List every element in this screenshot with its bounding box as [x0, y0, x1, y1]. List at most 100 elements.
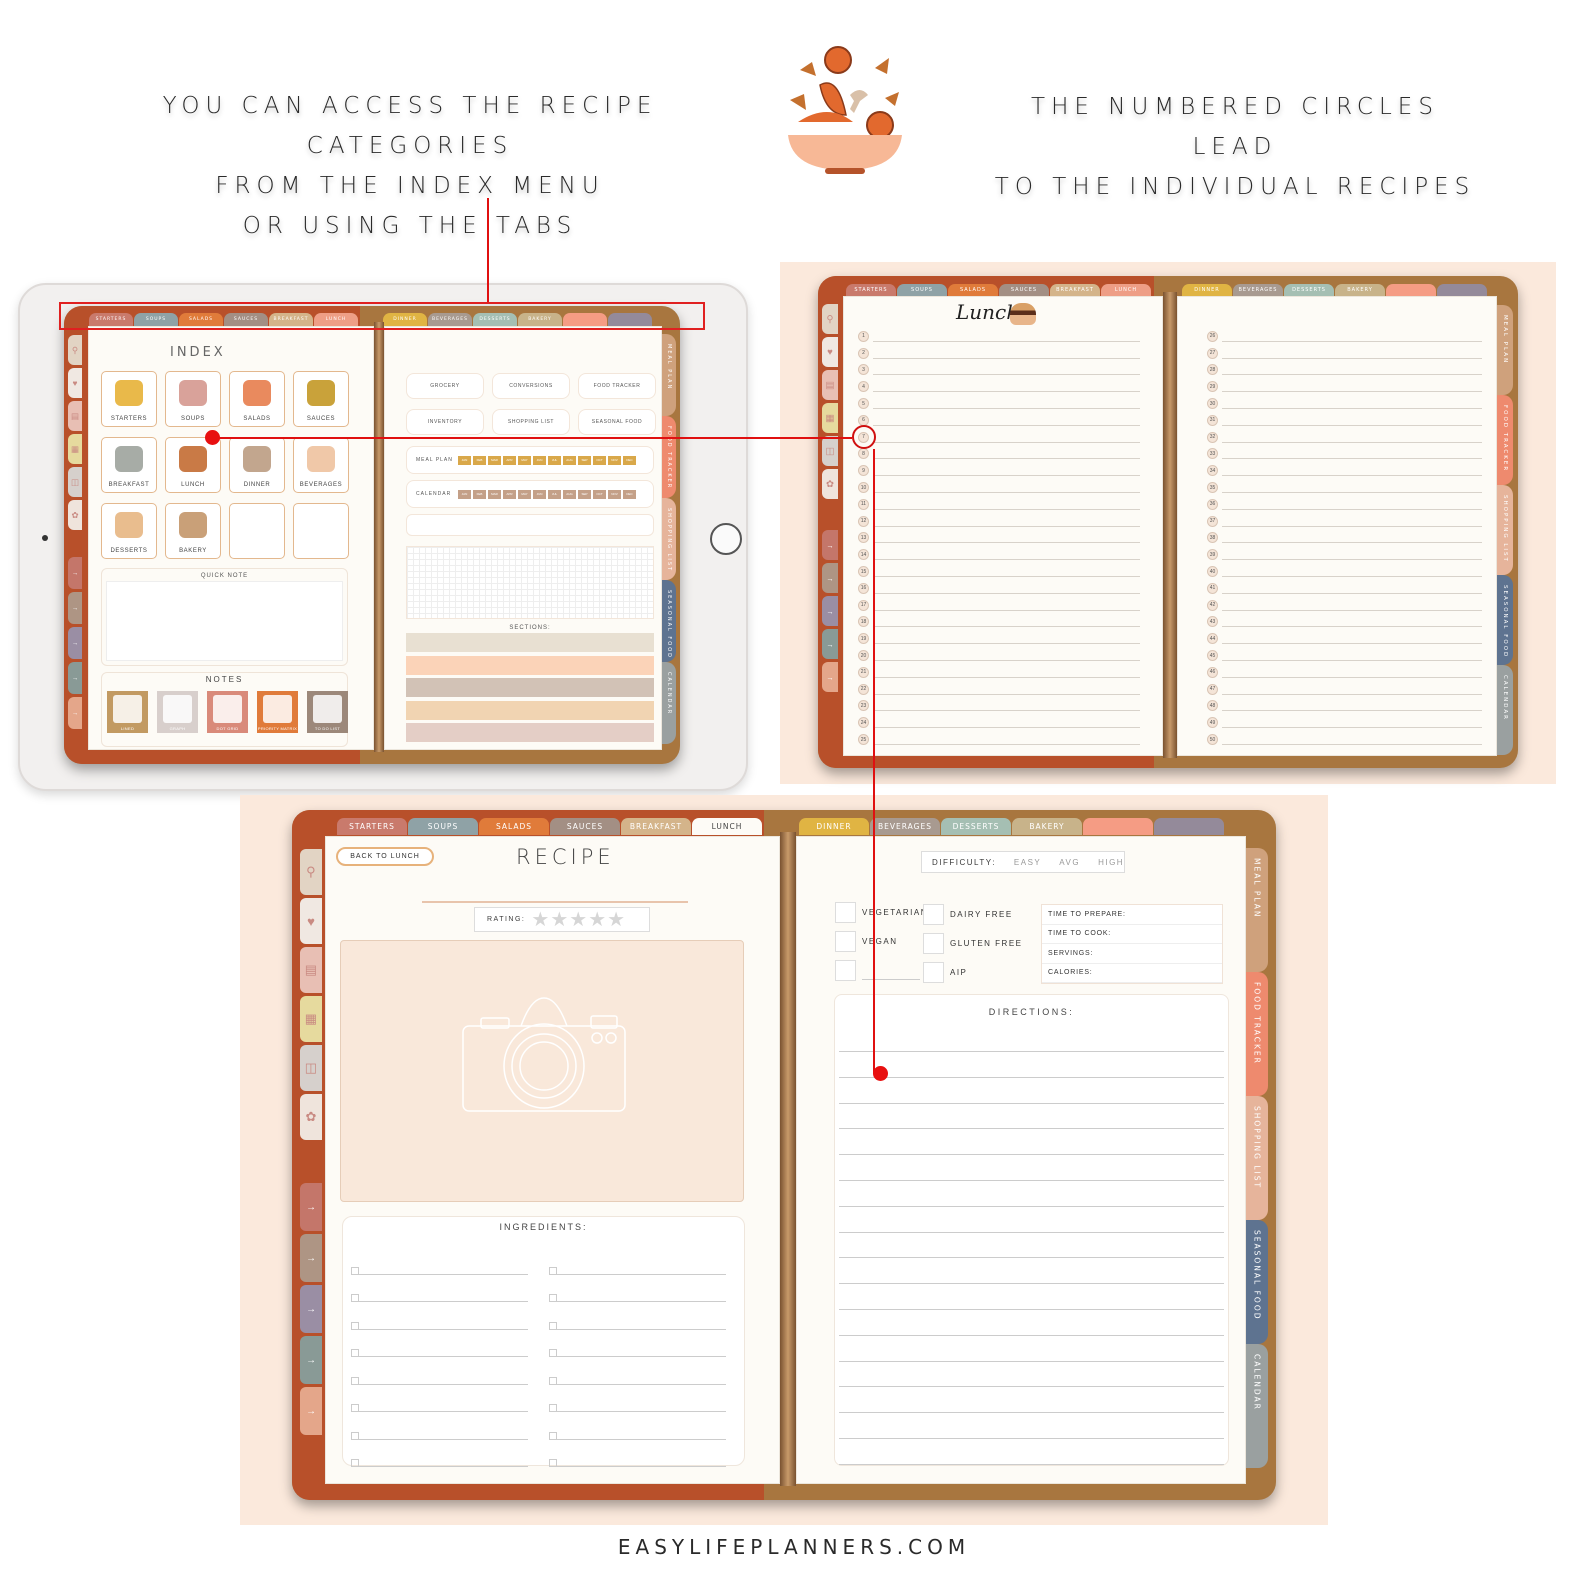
recipe-name-line[interactable]	[1222, 340, 1482, 342]
month-jun[interactable]: JUN	[533, 455, 546, 465]
recipe-name-line[interactable]	[1222, 710, 1482, 712]
month-sep[interactable]: SEP	[578, 489, 591, 499]
recipe-name-line[interactable]	[1222, 727, 1482, 729]
recipe-number-circle[interactable]: 44	[1207, 633, 1218, 645]
ingredient-line[interactable]	[359, 1466, 528, 1467]
left-tab-shortcut[interactable]: →	[822, 662, 838, 692]
tab-beverages[interactable]: BEVERAGES	[1233, 284, 1283, 296]
recipe-number-circle[interactable]: 21	[858, 666, 869, 678]
month-jan[interactable]: JAN	[458, 455, 471, 465]
checkbox[interactable]	[923, 904, 944, 925]
recipe-list-row[interactable]: 45	[1207, 647, 1482, 664]
tab-extra-10[interactable]	[1083, 818, 1153, 835]
recipe-number-circle[interactable]: 9	[858, 465, 869, 477]
side-tab-calendar[interactable]: CALENDAR	[1246, 1344, 1268, 1468]
left-tab-cup[interactable]: ◫	[300, 1045, 322, 1091]
recipe-list-row[interactable]: 7	[858, 429, 1140, 446]
month-nov[interactable]: NOV	[608, 489, 621, 499]
recipe-list-row[interactable]: 50	[1207, 731, 1482, 748]
tab-desserts[interactable]: DESSERTS	[941, 818, 1011, 835]
recipe-number-circle[interactable]: 40	[1207, 566, 1218, 578]
info-calories[interactable]: CALORIES:	[1042, 964, 1222, 983]
recipe-list-row[interactable]: 24	[858, 714, 1140, 731]
left-tab-shortcut[interactable]: →	[300, 1387, 322, 1435]
section-bar[interactable]	[406, 655, 654, 675]
recipe-name-line[interactable]	[873, 592, 1140, 594]
recipe-list-row[interactable]: 35	[1207, 479, 1482, 496]
section-bar[interactable]	[406, 700, 654, 720]
custom-diet-line[interactable]	[862, 979, 920, 980]
recipe-name-line[interactable]	[873, 744, 1140, 746]
ingredient-checkbox[interactable]	[351, 1431, 359, 1440]
recipe-number-circle[interactable]: 48	[1207, 700, 1218, 712]
recipe-number-circle[interactable]: 42	[1207, 599, 1218, 611]
tab-extra-11[interactable]	[1154, 818, 1224, 835]
ingredient-row[interactable]	[549, 1330, 726, 1357]
ingredient-checkbox[interactable]	[351, 1459, 359, 1467]
checkbox[interactable]	[835, 902, 856, 923]
ingredient-checkbox[interactable]	[351, 1294, 359, 1302]
left-tab-cup[interactable]: ◫	[68, 467, 82, 497]
ingredient-line[interactable]	[557, 1301, 726, 1302]
recipe-list-row[interactable]: 48	[1207, 698, 1482, 715]
recipe-list-row[interactable]: 12	[858, 513, 1140, 530]
direction-line[interactable]	[839, 1463, 1224, 1465]
checkbox[interactable]	[923, 933, 944, 954]
ingredient-line[interactable]	[557, 1438, 726, 1440]
direction-line[interactable]	[839, 1205, 1224, 1207]
recipe-number-circle[interactable]: 16	[858, 582, 869, 594]
ingredient-row[interactable]	[549, 1302, 726, 1330]
recipe-name-line[interactable]	[1222, 609, 1482, 611]
ingredient-line[interactable]	[359, 1356, 528, 1357]
recipe-list-row[interactable]: 43	[1207, 614, 1482, 631]
ingredient-line[interactable]	[557, 1411, 726, 1412]
link-food-tracker[interactable]: FOOD TRACKER	[578, 373, 656, 399]
recipe-name-line[interactable]	[1222, 643, 1482, 645]
star-icon[interactable]: ★	[607, 910, 625, 930]
left-tab-shortcut[interactable]: →	[822, 530, 838, 560]
diet-check-vegetarian[interactable]: VEGETARIAN	[835, 902, 928, 923]
ingredient-row[interactable]	[549, 1357, 726, 1385]
left-tab-shortcut[interactable]: →	[68, 697, 82, 729]
month-aug[interactable]: AUG	[563, 455, 576, 465]
recipe-list-row[interactable]: 42	[1207, 597, 1482, 614]
recipe-number-circle[interactable]: 30	[1207, 398, 1218, 410]
month-may[interactable]: MAY	[518, 455, 531, 465]
ingredient-line[interactable]	[557, 1356, 726, 1357]
recipe-number-circle[interactable]: 1	[858, 330, 869, 342]
info-time-to-prepare[interactable]: TIME TO PREPARE:	[1042, 905, 1222, 925]
month-aug[interactable]: AUG	[563, 489, 576, 499]
recipe-list-row[interactable]: 36	[1207, 496, 1482, 513]
month-jan[interactable]: JAN	[458, 489, 471, 499]
recipe-name-line[interactable]	[1222, 525, 1482, 527]
recipe-name-line[interactable]	[873, 525, 1140, 527]
side-tab-shopping-list[interactable]: SHOPPING LIST	[662, 498, 676, 580]
recipe-list-row[interactable]: 22	[858, 681, 1140, 698]
recipe-number-circle[interactable]: 11	[858, 498, 869, 510]
diet-check-vegan[interactable]: VEGAN	[835, 931, 898, 952]
recipe-list-row[interactable]: 28	[1207, 362, 1482, 379]
tab-lunch[interactable]: LUNCH	[692, 818, 762, 835]
recipe-list-row[interactable]: 21	[858, 664, 1140, 681]
ingredient-line[interactable]	[359, 1383, 528, 1385]
month-may[interactable]: MAY	[518, 489, 531, 499]
section-bar[interactable]	[406, 723, 654, 742]
left-tab-notebook[interactable]: ▤	[68, 401, 82, 431]
recipe-list-row[interactable]: 26	[1207, 328, 1482, 345]
recipe-list-row[interactable]: 32	[1207, 429, 1482, 446]
recipe-name-line[interactable]	[1222, 424, 1482, 426]
recipe-number-circle[interactable]: 45	[1207, 650, 1218, 662]
checkbox[interactable]	[835, 960, 856, 981]
direction-line[interactable]	[839, 1154, 1224, 1156]
left-tab-shortcut[interactable]: →	[300, 1234, 322, 1282]
recipe-name-line[interactable]	[873, 626, 1140, 628]
recipe-number-circle[interactable]: 3	[858, 364, 869, 376]
left-tab-shortcut[interactable]: →	[300, 1285, 322, 1333]
recipe-list-row[interactable]: 6	[858, 412, 1140, 429]
link-shopping-list[interactable]: SHOPPING LIST	[492, 409, 570, 435]
recipe-name-line[interactable]	[873, 643, 1140, 645]
ingredient-line[interactable]	[359, 1411, 528, 1412]
recipe-list-row[interactable]: 19	[858, 630, 1140, 647]
left-tab-search[interactable]: ⚲	[68, 335, 82, 365]
recipe-list-row[interactable]: 37	[1207, 513, 1482, 530]
